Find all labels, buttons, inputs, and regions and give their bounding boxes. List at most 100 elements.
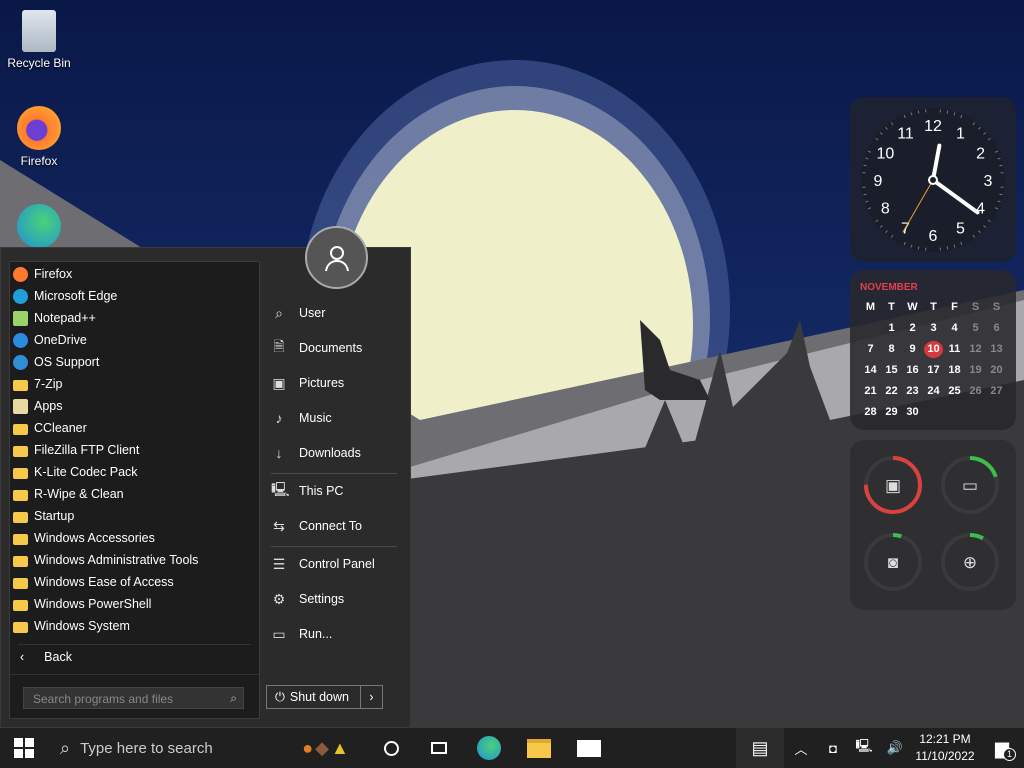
program-label: Startup — [34, 509, 75, 523]
program-label: Microsoft Edge — [34, 289, 118, 303]
volume-icon[interactable]: 🔊 — [880, 728, 910, 768]
program-item[interactable]: Apps — [13, 395, 253, 417]
network-icon[interactable]: 🖳 — [848, 728, 880, 768]
taskbar-clock[interactable]: 12:21 PM 11/10/2022 — [910, 728, 980, 768]
calendar-day[interactable]: 9 — [902, 341, 923, 358]
calendar-day[interactable]: 23 — [902, 383, 923, 400]
desktop-icon-edge[interactable] — [1, 204, 77, 252]
program-label: CCleaner — [34, 421, 87, 435]
calendar-day[interactable]: 19 — [965, 362, 986, 379]
calendar-day[interactable]: 3 — [923, 320, 944, 337]
news-widget-button[interactable]: ▤ — [736, 728, 784, 768]
taskbar-file-explorer[interactable] — [514, 728, 564, 768]
calendar-day[interactable]: 7 — [860, 341, 881, 358]
calendar-day[interactable]: 20 — [986, 362, 1007, 379]
clock-tick — [999, 164, 1003, 167]
back-button[interactable]: ‹ Back — [20, 650, 72, 664]
clock-number: 4 — [976, 201, 985, 218]
clock-number: 1 — [956, 125, 965, 142]
program-item[interactable]: Firefox — [13, 263, 253, 285]
calendar-day[interactable]: 11 — [944, 341, 965, 358]
calendar-day[interactable]: 4 — [944, 320, 965, 337]
calendar-day[interactable]: 27 — [986, 383, 1007, 400]
calendar-day[interactable]: 12 — [965, 341, 986, 358]
empty-cell — [860, 320, 881, 337]
program-item[interactable]: FileZilla FTP Client — [13, 439, 253, 461]
calendar-day[interactable]: 25 — [944, 383, 965, 400]
calendar-day[interactable]: 17 — [923, 362, 944, 379]
program-item[interactable]: 7-Zip — [13, 373, 253, 395]
shutdown-button[interactable]: ⏻ Shut down › — [266, 685, 383, 709]
calendar-day[interactable]: 16 — [902, 362, 923, 379]
taskbar-edge[interactable] — [464, 728, 514, 768]
start-button[interactable] — [0, 728, 48, 768]
program-item[interactable]: Startup — [13, 505, 253, 527]
search-programs-input[interactable]: Search programs and files ⌕ — [23, 687, 244, 709]
clock-tick — [863, 164, 867, 167]
calendar-day[interactable]: 6 — [986, 320, 1007, 337]
desktop-icon-firefox[interactable]: Firefox — [1, 106, 77, 168]
calendar-day[interactable]: 14 — [860, 362, 881, 379]
shutdown-options-arrow[interactable]: › — [361, 690, 382, 704]
start-link-this-pc[interactable]: 🖳 This PC — [271, 478, 343, 504]
calendar-day[interactable]: 18 — [944, 362, 965, 379]
search-placeholder: Search programs and files — [33, 692, 174, 706]
start-link-downloads[interactable]: ↓ Downloads — [271, 440, 361, 466]
program-item[interactable]: R-Wipe & Clean — [13, 483, 253, 505]
calendar-day[interactable]: 21 — [860, 383, 881, 400]
start-link-connect-to[interactable]: ⇆ Connect To — [271, 513, 362, 539]
start-link-label: Music — [299, 411, 332, 425]
calendar-day[interactable]: 26 — [965, 383, 986, 400]
news-icon: ▤ — [751, 737, 769, 758]
calendar-day[interactable]: 28 — [860, 404, 881, 421]
start-link-control-panel[interactable]: ☰ Control Panel — [271, 551, 375, 577]
start-link-documents[interactable]: 🗎 Documents — [271, 335, 362, 361]
program-item[interactable]: Windows PowerShell — [13, 593, 253, 615]
program-item[interactable]: CCleaner — [13, 417, 253, 439]
calendar-day[interactable]: 8 — [881, 341, 902, 358]
chevron-up-icon: ︿ — [794, 741, 808, 757]
calendar-day[interactable]: 29 — [881, 404, 902, 421]
start-link-user[interactable]: ⌕ User — [271, 300, 325, 326]
taskbar-mail[interactable] — [564, 728, 614, 768]
calendar-day[interactable]: 30 — [902, 404, 923, 421]
task-view-button[interactable] — [414, 728, 464, 768]
start-link-music[interactable]: ♪ Music — [271, 405, 332, 431]
folder-icon — [13, 379, 28, 391]
calendar-day[interactable]: 24 — [923, 383, 944, 400]
meet-now-icon[interactable]: ◘ — [818, 728, 848, 768]
program-item[interactable]: Microsoft Edge — [13, 285, 253, 307]
program-item[interactable]: Windows Ease of Access — [13, 571, 253, 593]
program-item[interactable]: Windows Administrative Tools — [13, 549, 253, 571]
action-center-button[interactable]: ▆ 1 — [980, 728, 1024, 768]
calendar-day[interactable]: 1 — [881, 320, 902, 337]
program-item[interactable]: Windows System — [13, 615, 253, 637]
user-avatar[interactable] — [305, 226, 368, 289]
start-link-icon: ♪ — [275, 410, 283, 426]
calendar-day[interactable]: 15 — [881, 362, 902, 379]
notification-badge: 1 — [1003, 748, 1016, 761]
program-item[interactable]: K-Lite Codec Pack — [13, 461, 253, 483]
desktop-icon-recycle-bin[interactable]: Recycle Bin — [1, 10, 77, 70]
cortana-button[interactable] — [368, 728, 414, 768]
program-item[interactable]: Notepad++ — [13, 307, 253, 329]
firefox-icon — [13, 266, 28, 282]
calendar-day[interactable]: 13 — [986, 341, 1007, 358]
program-item[interactable]: OneDrive — [13, 329, 253, 351]
calendar-day[interactable]: 2 — [902, 320, 923, 337]
clock-number: 5 — [956, 221, 965, 238]
start-link-settings[interactable]: ⚙ Settings — [271, 586, 344, 612]
onedrive-icon — [13, 332, 28, 348]
search-highlight-thanksgiving[interactable]: ● ◆ ▲ — [283, 728, 368, 768]
start-link-run[interactable]: ▭ Run... — [271, 621, 332, 647]
program-item[interactable]: Windows Accessories — [13, 527, 253, 549]
program-item[interactable]: OS Support — [13, 351, 253, 373]
calendar-day[interactable]: 22 — [881, 383, 902, 400]
taskbar-search[interactable]: ⌕ Type here to search — [48, 728, 283, 768]
calendar-day[interactable]: 5 — [965, 320, 986, 337]
start-link-pictures[interactable]: ▣ Pictures — [271, 370, 344, 396]
start-link-label: User — [299, 306, 326, 320]
show-hidden-icons[interactable]: ︿ — [784, 728, 818, 768]
program-label: FileZilla FTP Client — [34, 443, 140, 457]
calendar-day[interactable]: 10 — [924, 341, 943, 358]
